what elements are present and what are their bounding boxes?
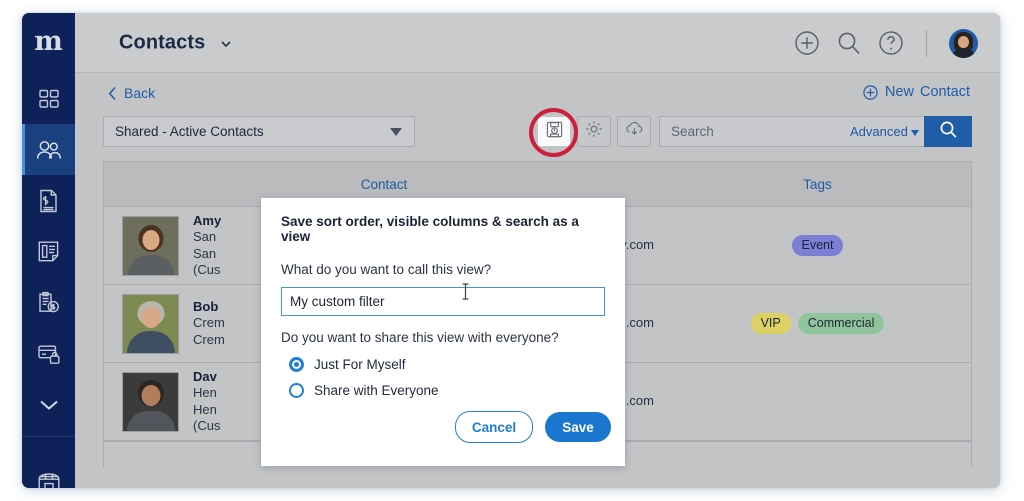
view-name-input[interactable] [281,287,605,316]
dashboard-grid-icon [38,88,60,110]
chevron-left-icon [108,86,117,101]
sidebar-item-secure-card[interactable] [22,328,75,379]
contacts-people-icon [36,139,62,161]
contact-line-2: Crem [193,315,225,331]
contact-name: Bob [193,298,219,314]
contact-line-3: San [193,245,217,261]
contact-line-3: Crem [193,331,225,347]
radio-label: Just For Myself [314,357,406,372]
invoice-document-icon [38,189,59,213]
gear-icon [585,120,603,143]
save-button[interactable]: Save [545,412,611,442]
advanced-label: Advanced [850,124,908,139]
back-button[interactable]: Back [108,85,155,101]
contact-line-4: (Cus [193,262,221,277]
radio-share-with-everyone[interactable]: Share with Everyone [281,383,605,398]
view-select[interactable]: Shared - Active Contacts [103,116,415,147]
save-view-floppy-icon [546,121,563,143]
sidebar: m [22,13,75,488]
status-badge[interactable]: Event [791,235,844,256]
app-window: m Contacts Back New Contact Shared - Act… [22,13,1000,488]
sidebar-item-contacts[interactable] [22,124,75,175]
contact-name: Dav [193,368,217,384]
contact-line-2: Hen [193,385,217,400]
sidebar-item-dashboard[interactable] [22,73,75,124]
sidebar-item-marketplace[interactable] [22,457,75,488]
search-icon [939,120,958,144]
contact-info: Dav Hen Hen (Cus [193,369,220,435]
sub-action-bar: Back New Contact [75,73,1000,116]
contact-info: Amy San San (Cus [193,213,221,279]
sidebar-divider [22,436,75,437]
plus-circle-icon [863,84,878,100]
advanced-search-link[interactable]: Advanced [850,124,928,139]
search-area: Advanced [659,116,972,147]
cloud-download-icon [625,121,644,143]
new-contact-button[interactable]: New Contact [863,84,970,100]
chevron-down-icon [38,398,60,412]
status-badge[interactable]: Commercial [797,313,885,334]
radio-unselected-icon [289,383,304,398]
status-badge[interactable]: VIP [750,313,791,334]
card-lock-icon [37,343,61,365]
column-settings-button[interactable] [577,116,611,147]
search-icon[interactable] [836,30,862,56]
clipboard-dollar-icon [37,291,60,315]
search-field[interactable]: Advanced [659,116,924,147]
sidebar-item-estimates[interactable] [22,226,75,277]
page-title: Contacts [119,31,206,53]
new-contact-label-contact: Contact [920,84,970,100]
avatar [122,293,179,354]
contact-line-2: San [193,229,217,244]
storefront-icon [37,472,61,488]
dialog-share-question: Do you want to share this view with ever… [281,330,559,345]
header-divider [926,29,927,57]
main-content: Back New Contact Shared - Active Contact… [75,73,1000,488]
tags-cell: Event [664,235,971,256]
column-header-tags[interactable]: Tags [664,177,971,192]
brand-logo[interactable]: m [22,13,75,73]
contact-info: Bob Crem Crem [193,299,225,349]
column-header-contact[interactable]: Contact [104,177,664,192]
search-submit-button[interactable] [924,116,972,147]
sidebar-item-payments[interactable] [22,277,75,328]
top-header: Contacts [75,13,1000,73]
text-cursor-icon [461,282,470,301]
sidebar-item-expand-more[interactable] [22,379,75,430]
save-view-button[interactable] [537,116,571,147]
caret-down-icon [390,128,402,136]
tags-cell: VIP Commercial [664,313,971,334]
new-contact-label-new: New [885,84,915,100]
search-input[interactable] [660,116,850,147]
contact-line-3: Hen [193,401,217,417]
caret-down-icon [910,129,919,136]
avatar [122,215,179,276]
plus-circle-icon[interactable] [794,30,820,56]
help-circle-icon[interactable] [878,30,904,56]
dialog-title: Save sort order, visible columns & searc… [281,214,579,244]
list-toolbar: Shared - Active Contacts Search Advanced [103,108,972,161]
header-actions [794,13,978,73]
back-label: Back [124,85,156,101]
chevron-down-icon[interactable] [220,37,232,49]
dialog-actions: Cancel Save [455,411,611,443]
cancel-button[interactable]: Cancel [455,411,533,443]
contact-line-4: (Cus [193,418,221,433]
user-avatar[interactable] [949,28,978,58]
avatar [122,371,179,432]
radio-label: Share with Everyone [314,383,439,398]
radio-selected-icon [289,357,304,372]
sidebar-item-invoices[interactable] [22,175,75,226]
estimates-list-icon [37,240,60,263]
save-view-dialog: Save sort order, visible columns & searc… [261,198,625,466]
radio-just-for-myself[interactable]: Just For Myself [281,357,605,372]
view-select-value: Shared - Active Contacts [115,124,264,139]
contact-name: Amy [193,212,222,228]
dialog-name-question: What do you want to call this view? [281,262,492,277]
export-download-button[interactable] [617,116,651,147]
